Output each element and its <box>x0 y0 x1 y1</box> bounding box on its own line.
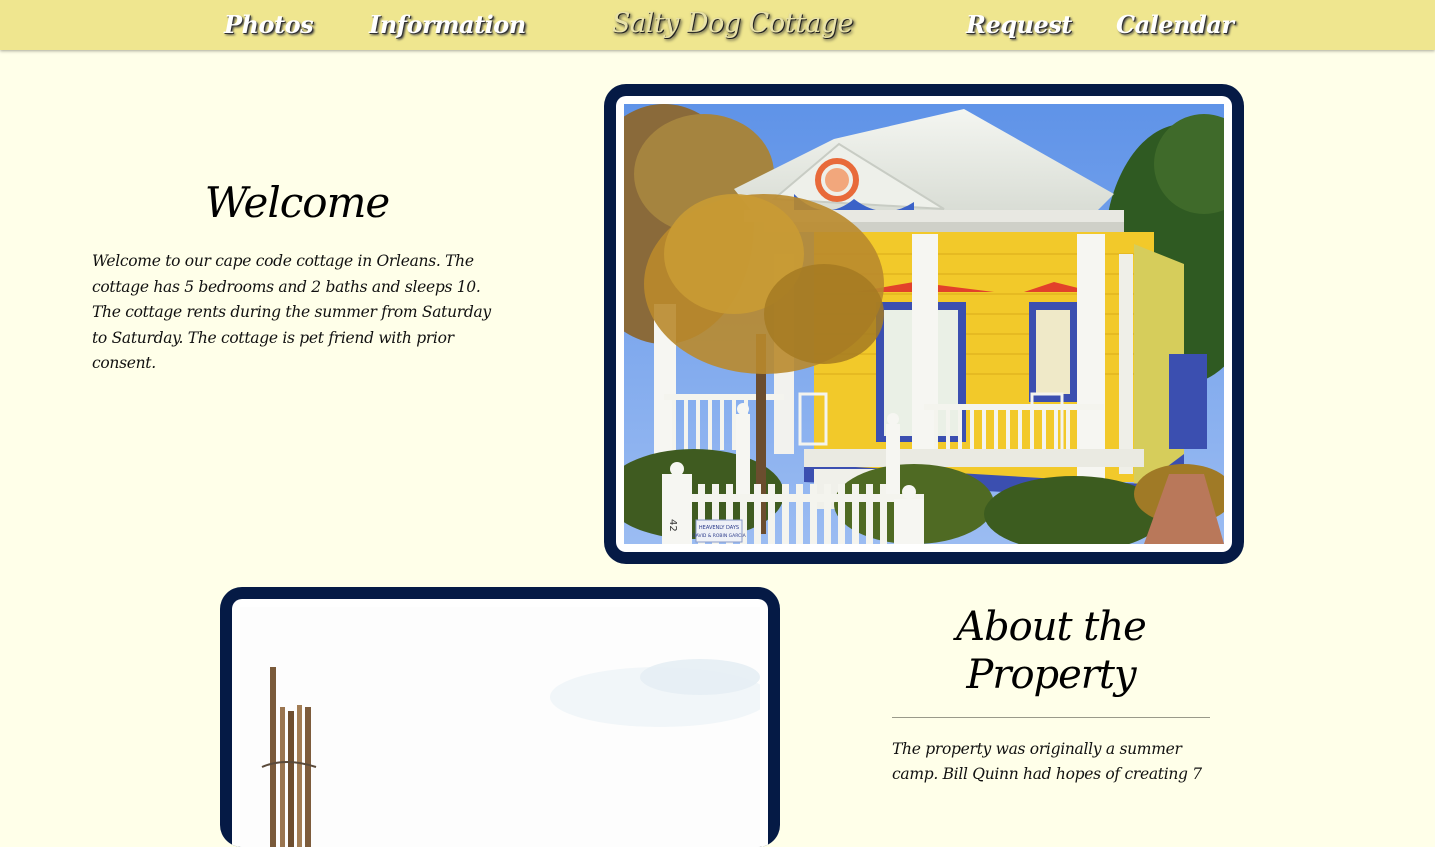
about-heading: About the Property <box>892 603 1210 699</box>
site-brand-link[interactable]: Salty Dog Cottage <box>612 8 854 39</box>
beach-photo-mat <box>232 599 768 847</box>
nav-photos-link[interactable]: Photos <box>224 10 314 39</box>
about-heading-line2: Property <box>966 652 1136 698</box>
fence-post-number: 42 <box>667 519 678 532</box>
house-photo-frame: HEAVENLY DAYS DAVID & ROBIN GARCIA 42 <box>604 84 1244 564</box>
cottage-photo: HEAVENLY DAYS DAVID & ROBIN GARCIA 42 <box>624 104 1224 544</box>
nav-information-link[interactable]: Information <box>369 10 526 39</box>
house-photo-mat: HEAVENLY DAYS DAVID & ROBIN GARCIA 42 <box>616 96 1232 552</box>
top-navbar: Photos Information Salty Dog Cottage Req… <box>0 0 1435 50</box>
fence-sign-line2: DAVID & ROBIN GARCIA <box>692 533 746 539</box>
welcome-paragraph: Welcome to our cape code cottage in Orle… <box>92 252 491 372</box>
fence-sign-line1: HEAVENLY DAYS <box>699 525 739 531</box>
about-heading-line1: About the <box>956 604 1147 650</box>
beach-photo-frame <box>220 587 780 847</box>
nav-request-link[interactable]: Request <box>966 10 1072 39</box>
welcome-heading: Welcome <box>204 178 391 227</box>
about-paragraph: The property was originally a summer cam… <box>892 740 1202 783</box>
nav-calendar-link[interactable]: Calendar <box>1116 10 1234 39</box>
about-divider <box>892 717 1210 718</box>
beach-fence-photo <box>240 607 760 847</box>
